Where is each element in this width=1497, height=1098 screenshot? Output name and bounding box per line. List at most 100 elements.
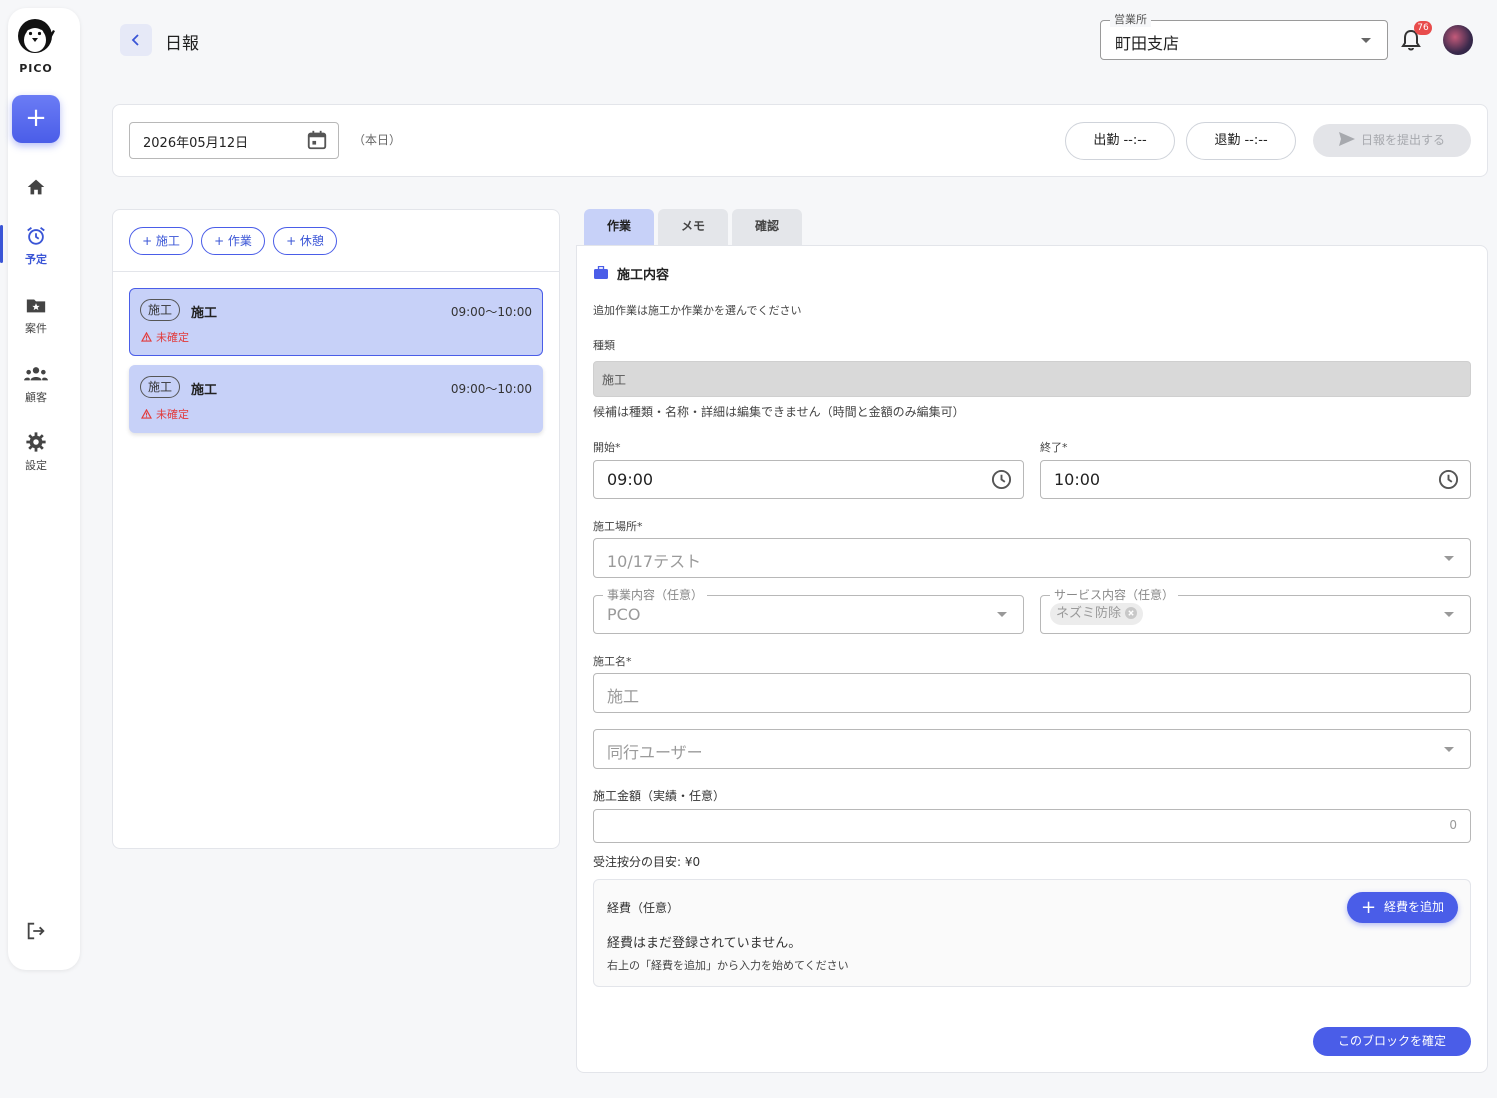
add-construction-button[interactable]: + 施工 bbox=[129, 227, 193, 255]
sidebar-item-schedule[interactable]: 予定 bbox=[0, 225, 72, 267]
submit-report-button[interactable]: 日報を提出する bbox=[1313, 124, 1471, 157]
end-time-value: 10:00 bbox=[1054, 470, 1101, 489]
logout-icon bbox=[27, 922, 45, 940]
block-status: 未確定 bbox=[140, 329, 189, 345]
logo-text: PICO bbox=[19, 62, 53, 75]
sidebar-item-label: 顧客 bbox=[25, 391, 47, 404]
briefcase-icon bbox=[594, 266, 608, 279]
block-title: 施工 bbox=[191, 383, 218, 398]
add-button[interactable]: + bbox=[12, 95, 60, 143]
type-note: 候補は種類・名称・詳細は編集できません（時間と金額のみ編集可） bbox=[593, 405, 965, 419]
type-label: 種類 bbox=[593, 339, 615, 352]
chevron-down-icon bbox=[1444, 612, 1454, 617]
location-select[interactable] bbox=[593, 538, 1471, 578]
penguin-logo-icon bbox=[18, 19, 55, 53]
clock-out-button[interactable]: 退勤 --:-- bbox=[1186, 122, 1296, 160]
chevron-down-icon bbox=[1444, 556, 1454, 561]
plus-icon: + bbox=[1360, 897, 1377, 918]
people-icon bbox=[24, 367, 48, 381]
service-chip-label: ネズミ防除 bbox=[1056, 606, 1122, 621]
block-status: 未確定 bbox=[140, 406, 189, 422]
block-tag: 施工 bbox=[140, 376, 181, 398]
avatar[interactable] bbox=[1443, 25, 1473, 55]
date-value: 2026年05月12日 bbox=[143, 136, 249, 151]
warning-icon bbox=[140, 408, 153, 419]
expense-empty-text: 経費はまだ登録されていません。 bbox=[607, 936, 802, 951]
tab-work[interactable]: 作業 bbox=[584, 209, 654, 245]
add-work-button[interactable]: + 作業 bbox=[201, 227, 265, 255]
warning-icon bbox=[140, 331, 153, 342]
sidebar-item-customers[interactable]: 顧客 bbox=[0, 363, 72, 405]
estimate-text: 受注按分の目安: ¥0 bbox=[593, 855, 701, 869]
chevron-down-icon bbox=[1444, 747, 1454, 752]
chip-remove-icon[interactable] bbox=[1125, 607, 1138, 619]
end-label: 終了* bbox=[1040, 441, 1068, 454]
start-time-input[interactable] bbox=[593, 460, 1024, 499]
add-expense-label: 経費を追加 bbox=[1384, 900, 1445, 914]
pico-logo[interactable]: PICO bbox=[16, 16, 56, 75]
type-value: 施工 bbox=[602, 373, 627, 387]
today-label: （本日） bbox=[353, 133, 402, 147]
tab-memo[interactable]: メモ bbox=[658, 209, 728, 245]
chevron-left-icon bbox=[131, 34, 139, 46]
sidebar-item-label: 案件 bbox=[25, 322, 47, 335]
divider bbox=[113, 271, 559, 272]
add-break-button[interactable]: + 休憩 bbox=[273, 227, 337, 255]
end-time-input[interactable] bbox=[1040, 460, 1471, 499]
companion-select[interactable] bbox=[593, 729, 1471, 769]
home-icon bbox=[27, 179, 45, 195]
companion-placeholder: 同行ユーザー bbox=[607, 743, 703, 762]
business-value: PCO bbox=[607, 605, 641, 624]
expense-hint: 右上の「経費を追加」から入力を始めてください bbox=[607, 959, 849, 972]
location-label: 施工場所* bbox=[593, 520, 643, 533]
sidebar-item-label: 設定 bbox=[25, 459, 47, 472]
name-input[interactable] bbox=[593, 673, 1471, 713]
sidebar bbox=[8, 8, 80, 970]
block-time: 09:00〜10:00 bbox=[450, 382, 532, 396]
section-title: 施工内容 bbox=[617, 268, 670, 283]
office-value: 町田支店 bbox=[1115, 34, 1180, 53]
sidebar-item-home[interactable] bbox=[0, 176, 72, 202]
clock-icon[interactable] bbox=[991, 469, 1012, 490]
confirm-block-button[interactable]: このブロックを確定 bbox=[1313, 1027, 1471, 1056]
folder-star-icon bbox=[26, 299, 46, 313]
notification-badge: 76 bbox=[1414, 21, 1432, 35]
page-title: 日報 bbox=[165, 34, 199, 54]
logout-button[interactable] bbox=[0, 920, 72, 946]
calendar-icon[interactable] bbox=[306, 129, 328, 151]
service-label: サービス内容（任意） bbox=[1050, 586, 1179, 603]
amount-value: 0 bbox=[1449, 818, 1457, 832]
gear-icon bbox=[26, 432, 46, 452]
service-chip: ネズミ防除 bbox=[1050, 603, 1144, 625]
clock-in-button[interactable]: 出勤 --:-- bbox=[1065, 122, 1175, 160]
sidebar-item-cases[interactable]: 案件 bbox=[0, 294, 72, 336]
alarm-clock-icon bbox=[27, 227, 45, 245]
name-placeholder: 施工 bbox=[607, 687, 640, 706]
office-label: 営業所 bbox=[1110, 11, 1151, 27]
sidebar-item-label: 予定 bbox=[25, 253, 47, 266]
block-title: 施工 bbox=[191, 306, 218, 321]
sidebar-item-settings[interactable]: 設定 bbox=[0, 431, 72, 473]
tab-confirm[interactable]: 確認 bbox=[732, 209, 802, 245]
location-value: 10/17テスト bbox=[607, 552, 702, 571]
chevron-down-icon bbox=[1361, 38, 1371, 43]
amount-label: 施工金額（実績・任意） bbox=[593, 789, 726, 803]
clock-icon[interactable] bbox=[1438, 469, 1459, 490]
status-text: 未確定 bbox=[156, 408, 189, 421]
send-icon bbox=[1338, 132, 1355, 146]
chevron-down-icon bbox=[997, 612, 1007, 617]
status-text: 未確定 bbox=[156, 331, 189, 344]
form-hint: 追加作業は施工か作業かを選んでください bbox=[593, 304, 802, 317]
add-expense-button[interactable]: + 経費を追加 bbox=[1347, 892, 1458, 923]
name-label: 施工名* bbox=[593, 655, 632, 668]
amount-input[interactable] bbox=[593, 809, 1471, 843]
business-label: 事業内容（任意） bbox=[603, 586, 708, 603]
start-label: 開始* bbox=[593, 441, 621, 454]
block-card[interactable]: 施工 施工 09:00〜10:00 未確定 bbox=[129, 365, 543, 433]
block-card[interactable]: 施工 施工 09:00〜10:00 未確定 bbox=[129, 288, 543, 356]
block-time: 09:00〜10:00 bbox=[450, 305, 532, 319]
back-button[interactable] bbox=[120, 24, 152, 56]
start-time-value: 09:00 bbox=[607, 470, 654, 489]
block-tag: 施工 bbox=[140, 299, 181, 321]
submit-label: 日報を提出する bbox=[1360, 133, 1445, 147]
